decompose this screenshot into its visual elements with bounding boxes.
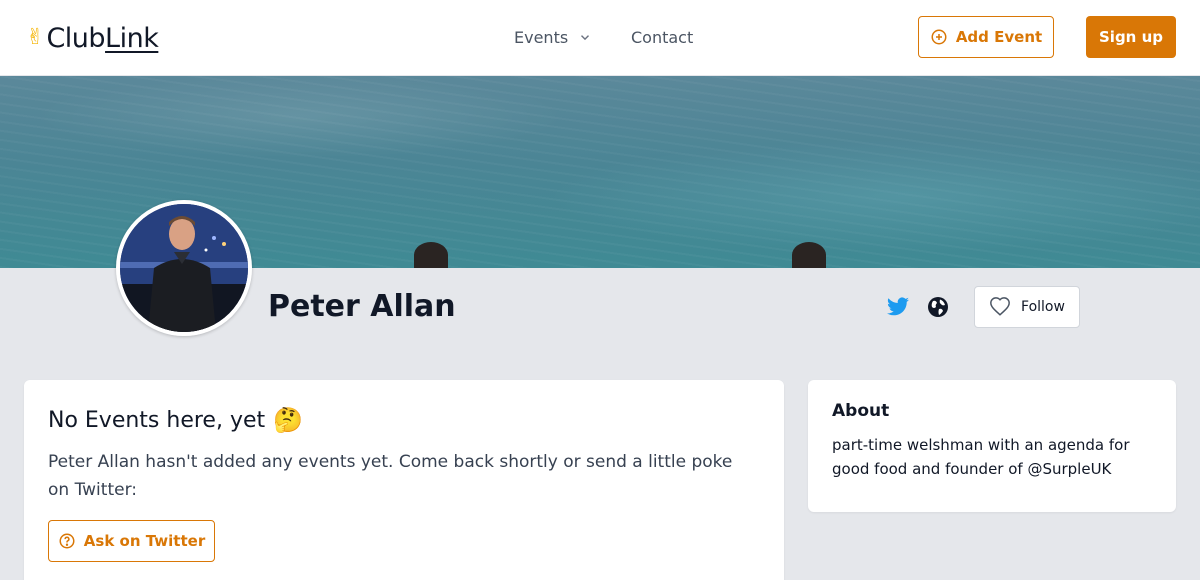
- twitter-link[interactable]: [886, 295, 910, 319]
- twitter-icon: [887, 297, 909, 316]
- add-event-button[interactable]: Add Event: [918, 16, 1054, 58]
- banner-person-silhouette: [414, 242, 448, 268]
- chevron-down-icon: [581, 35, 590, 41]
- about-bio: part-time welshman with an agenda for go…: [832, 436, 1130, 478]
- banner-person-silhouette: [792, 242, 826, 268]
- ask-on-twitter-button[interactable]: Ask on Twitter: [48, 520, 215, 562]
- logo-text-link: Link: [105, 22, 159, 54]
- about-card-title: About: [832, 401, 890, 421]
- nav-events-dropdown[interactable]: Events: [514, 26, 592, 48]
- question-circle-icon: [59, 533, 75, 549]
- events-card: No Events here, yet 🤔 Peter Allan hasn't…: [24, 380, 784, 580]
- follow-button[interactable]: Follow: [974, 286, 1080, 328]
- site-header: ✌ Club Link Events Contact Add Event Sig…: [0, 0, 1200, 76]
- nav-contact-link[interactable]: Contact: [631, 26, 693, 48]
- nav-events-label: Events: [514, 27, 569, 47]
- avatar: [116, 200, 252, 336]
- clublink-logo[interactable]: ✌ Club Link: [26, 22, 159, 54]
- events-empty-message: Peter Allan hasn't added any events yet.…: [48, 452, 733, 500]
- ask-on-twitter-label: Ask on Twitter: [83, 532, 206, 550]
- events-card-title: No Events here, yet 🤔: [48, 404, 760, 436]
- plus-circle-icon: [931, 29, 947, 45]
- follow-label: Follow: [1021, 299, 1065, 315]
- globe-icon: [928, 297, 948, 317]
- logo-text-club: Club: [46, 22, 106, 54]
- thinking-face-icon: 🤔: [273, 406, 304, 434]
- avatar-photo: [120, 204, 248, 332]
- profile-name: Peter Allan: [268, 288, 456, 324]
- add-event-label: Add Event: [955, 28, 1043, 46]
- heart-outline-icon: [990, 297, 1010, 316]
- events-title-text: No Events here, yet: [48, 407, 266, 433]
- about-card: About part-time welshman with an agenda …: [808, 380, 1176, 512]
- website-link[interactable]: [926, 295, 950, 319]
- victory-hand-icon: ✌: [26, 25, 45, 50]
- signup-button[interactable]: Sign up: [1086, 16, 1176, 58]
